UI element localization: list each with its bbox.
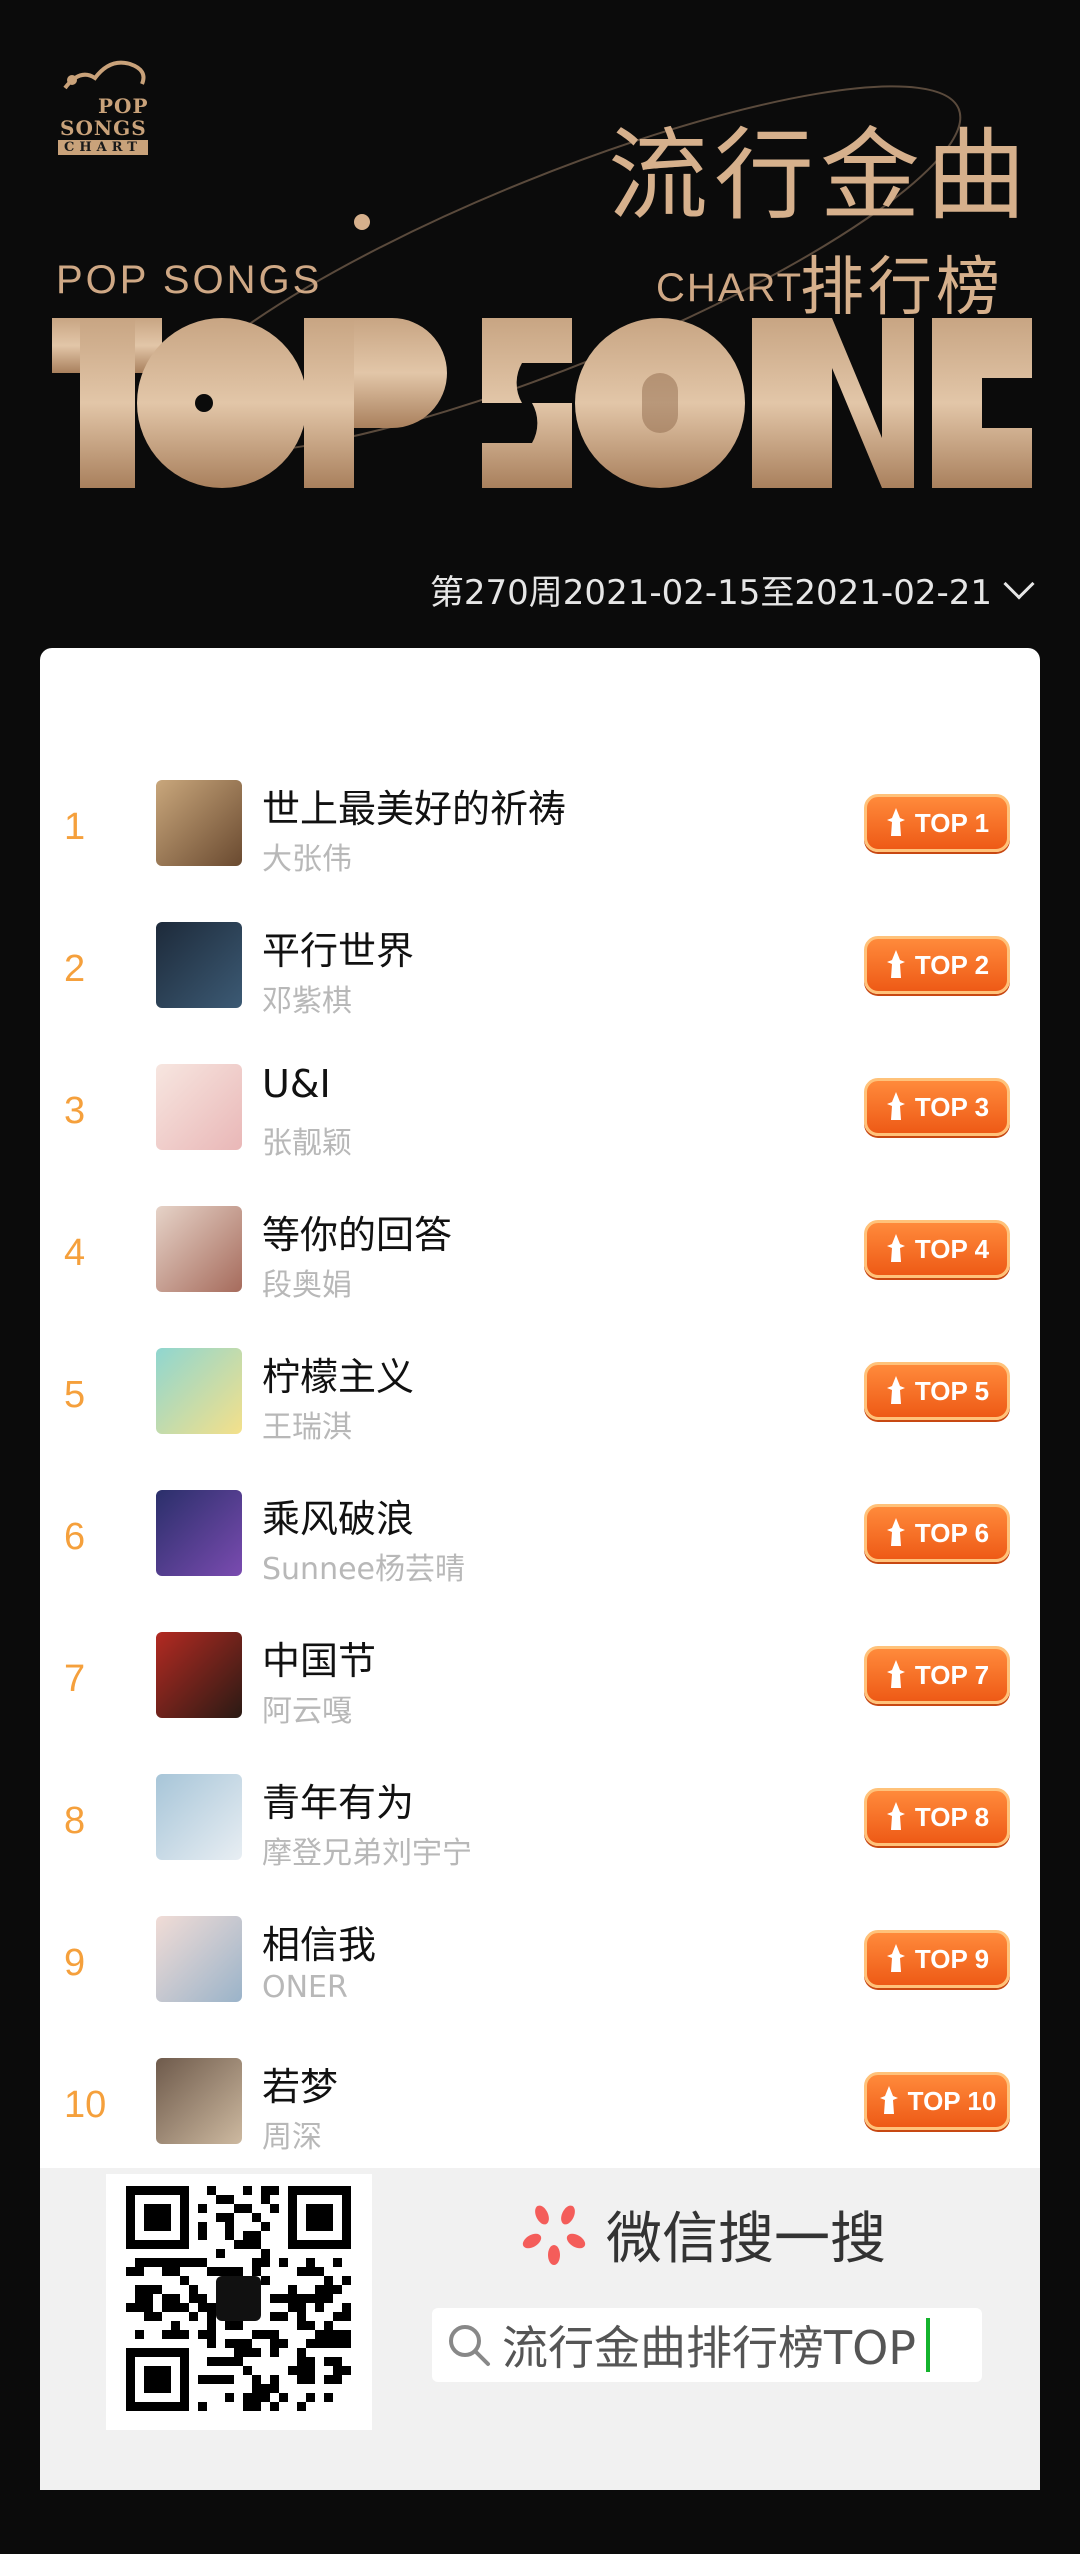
rank-number: 8 [64, 1800, 86, 1842]
song-row[interactable]: 3 U&I 张靓颖 TOP 3 [40, 1056, 1040, 1198]
top-badge-label: TOP 5 [914, 1375, 990, 1406]
song-title: 相信我 [262, 1923, 377, 1967]
rank-number: 3 [64, 1090, 86, 1132]
search-icon [449, 2325, 490, 2366]
top-badge-button[interactable]: TOP 2 [864, 936, 1010, 994]
artist-name: Sunnee杨芸晴 [262, 1552, 465, 1587]
chart-label: CHART [656, 266, 804, 310]
song-row[interactable]: 9 相信我 ONER TOP 9 [40, 1908, 1040, 2050]
album-cover [156, 922, 242, 1008]
chart-title: 流行金曲 [608, 117, 1032, 234]
trophy-icon [886, 1234, 905, 1262]
top-badge-label: TOP 10 [907, 2085, 997, 2116]
rank-number: 2 [64, 948, 86, 990]
rank-number: 7 [64, 1658, 86, 1700]
top-badge-label: TOP 2 [914, 949, 990, 980]
chart-subtitle: 排行榜 [800, 251, 1004, 325]
top-badge-button[interactable]: TOP 5 [864, 1362, 1010, 1420]
trophy-icon [886, 808, 905, 836]
trophy-icon [886, 1376, 905, 1404]
album-cover [156, 1774, 242, 1860]
trophy-icon [886, 1518, 905, 1546]
trophy-icon [886, 1660, 905, 1688]
song-row[interactable]: 8 青年有为 摩登兄弟刘宇宁 TOP 8 [40, 1766, 1040, 1908]
trophy-icon [886, 1802, 905, 1830]
album-cover [156, 2058, 242, 2144]
trophy-icon [879, 2086, 898, 2114]
album-cover [156, 1916, 242, 2002]
chart-card: 1 世上最美好的祈祷 大张伟 TOP 1 2 平行世界 邓紫棋 TOP 2 3 … [40, 648, 1040, 2490]
song-title: 等你的回答 [262, 1213, 453, 1257]
top-badge-button[interactable]: TOP 8 [864, 1788, 1010, 1846]
trophy-icon [886, 950, 905, 978]
trophy-icon [886, 1944, 905, 1972]
rank-number: 4 [64, 1232, 86, 1274]
song-row[interactable]: 1 世上最美好的祈祷 大张伟 TOP 1 [40, 772, 1040, 914]
song-title: 中国节 [262, 1639, 377, 1683]
song-title: 世上最美好的祈祷 [262, 787, 567, 831]
period-label: 第270周2021-02-15至2021-02-21 [429, 573, 992, 613]
top-badge-label: TOP 1 [914, 807, 990, 838]
artist-name: ONER [262, 1970, 348, 2005]
period-selector[interactable]: 第270周2021-02-15至2021-02-21 [429, 565, 1035, 614]
album-cover [156, 1206, 242, 1292]
song-title: 柠檬主义 [262, 1355, 415, 1399]
rank-number: 1 [64, 806, 86, 848]
song-title: 平行世界 [262, 929, 415, 973]
text-caret [926, 2318, 931, 2372]
album-cover [156, 1064, 242, 1150]
top-badge-button[interactable]: TOP 9 [864, 1930, 1010, 1988]
album-cover [156, 1632, 242, 1718]
song-title: U&I [262, 1062, 331, 1106]
rank-number: 5 [64, 1374, 86, 1416]
trophy-icon [886, 1092, 905, 1120]
artist-name: 邓紫棋 [262, 984, 352, 1019]
song-list: 1 世上最美好的祈祷 大张伟 TOP 1 2 平行世界 邓紫棋 TOP 2 3 … [40, 772, 1040, 2192]
pop-songs-label: POP SONGS [56, 258, 323, 302]
header: POP SONGS CHART 流行金曲 POP SONGS CHART 排行榜 [0, 0, 1080, 540]
top-badge-button[interactable]: TOP 10 [864, 2072, 1010, 2130]
search-query: 流行金曲排行榜TOP [502, 2321, 917, 2375]
artist-name: 周深 [262, 2120, 322, 2155]
song-row[interactable]: 4 等你的回答 段奥娟 TOP 4 [40, 1198, 1040, 1340]
top-badge-label: TOP 6 [914, 1517, 990, 1548]
top-badge-button[interactable]: TOP 6 [864, 1504, 1010, 1562]
artist-name: 大张伟 [262, 842, 352, 877]
album-cover [156, 780, 242, 866]
top-songs-banner [52, 318, 1032, 488]
chevron-down-icon [1003, 567, 1035, 600]
search-input[interactable]: 流行金曲排行榜TOP [432, 2308, 982, 2382]
top-badge-label: TOP 9 [914, 1943, 990, 1974]
song-row[interactable]: 7 中国节 阿云嘎 TOP 7 [40, 1624, 1040, 1766]
song-row[interactable]: 2 平行世界 邓紫棋 TOP 2 [40, 914, 1040, 1056]
song-title: 乘风破浪 [262, 1497, 415, 1541]
rank-number: 6 [64, 1516, 86, 1558]
album-cover [156, 1490, 242, 1576]
artist-name: 段奥娟 [262, 1268, 352, 1303]
artist-name: 阿云嘎 [262, 1694, 352, 1729]
artist-name: 张靓颖 [262, 1126, 352, 1161]
footer: 微信搜一搜 流行金曲排行榜TOP [40, 2168, 1040, 2490]
artist-name: 摩登兄弟刘宇宁 [262, 1836, 472, 1871]
album-cover [156, 1348, 242, 1434]
rank-number: 10 [64, 2084, 107, 2126]
wechat-search-icon [522, 2205, 586, 2265]
artist-name: 王瑞淇 [262, 1410, 352, 1445]
song-title: 若梦 [262, 2065, 339, 2109]
top-badge-button[interactable]: TOP 4 [864, 1220, 1010, 1278]
top-badge-label: TOP 8 [914, 1801, 990, 1832]
top-badge-button[interactable]: TOP 3 [864, 1078, 1010, 1136]
qr-code [106, 2174, 372, 2430]
song-row[interactable]: 6 乘风破浪 Sunnee杨芸晴 TOP 6 [40, 1482, 1040, 1624]
song-row[interactable]: 5 柠檬主义 王瑞淇 TOP 5 [40, 1340, 1040, 1482]
song-title: 青年有为 [262, 1781, 415, 1825]
wechat-search-text: 微信搜一搜 [606, 2207, 886, 2272]
wechat-search-label: 微信搜一搜 [522, 2194, 886, 2275]
top-badge-button[interactable]: TOP 7 [864, 1646, 1010, 1704]
top-badge-label: TOP 4 [914, 1233, 990, 1264]
top-badge-label: TOP 7 [914, 1659, 990, 1690]
top-badge-button[interactable]: TOP 1 [864, 794, 1010, 852]
top-badge-label: TOP 3 [914, 1091, 990, 1122]
rank-number: 9 [64, 1942, 86, 1984]
